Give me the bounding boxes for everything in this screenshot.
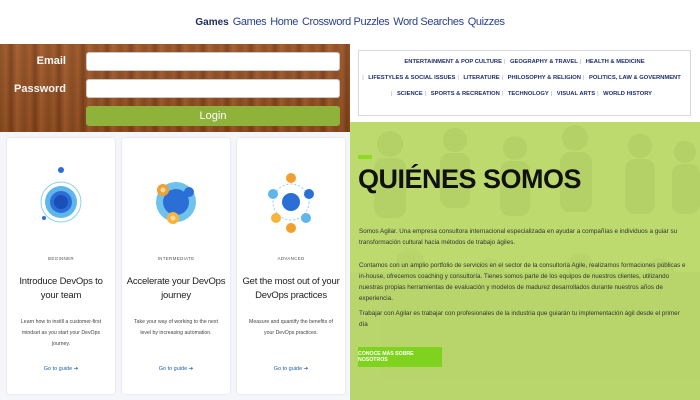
card-level: ADVANCED: [277, 256, 305, 261]
go-to-guide-label: Go to guide: [158, 366, 188, 372]
category-philosophy[interactable]: PHILOSOPHY & RELIGION: [502, 72, 585, 84]
advanced-illustration-icon: [266, 162, 316, 242]
card-intermediate[interactable]: INTERMEDIATE Accelerate your DevOps jour…: [122, 138, 230, 394]
email-label: Email: [36, 55, 66, 67]
category-entertainment[interactable]: ENTERTAINMENT & POP CULTURE: [400, 56, 506, 68]
devops-cards: BEGINNER Introduce DevOps to your team L…: [0, 132, 350, 400]
about-heading: QUIÉNES SOMOS: [358, 164, 582, 194]
card-title: Accelerate your DevOps journey: [126, 276, 226, 301]
card-title: Introduce DevOps to your team: [19, 276, 103, 301]
about-paragraph-3: Trabajar con Agilar es trabajar con prof…: [359, 310, 680, 328]
nav-link-home[interactable]: Home: [270, 16, 298, 28]
category-technology[interactable]: TECHNOLOGY: [502, 88, 553, 100]
category-menu: ENTERTAINMENT & POP CULTURE GEOGRAPHY & …: [358, 50, 691, 116]
category-geography[interactable]: GEOGRAPHY & TRAVEL: [504, 56, 582, 68]
nav-link-games[interactable]: Games: [233, 16, 267, 28]
go-to-guide-label: Go to guide: [273, 366, 303, 372]
beginner-illustration-icon: [36, 162, 86, 242]
category-literature[interactable]: LITERATURE: [457, 72, 503, 84]
category-lifestyles[interactable]: LIFESTYLES & SOCIAL ISSUES: [362, 72, 459, 84]
password-label: Password: [14, 83, 66, 95]
arrow-right-icon: ➔: [73, 366, 79, 372]
category-sports[interactable]: SPORTS & RECREATION: [425, 88, 504, 100]
go-to-guide-link[interactable]: Go to guide ➔: [122, 366, 230, 372]
card-level: BEGINNER: [48, 256, 74, 261]
category-world-history[interactable]: WORLD HISTORY: [597, 88, 656, 100]
category-health[interactable]: HEALTH & MEDICINE: [580, 56, 649, 68]
page: Games Games Home Crossword Puzzles Word …: [0, 0, 700, 400]
category-visual-arts[interactable]: VISUAL ARTS: [551, 88, 599, 100]
nav-link-crossword[interactable]: Crossword Puzzles: [302, 16, 390, 28]
intermediate-illustration-icon: [151, 162, 201, 242]
nav-link-quizzes[interactable]: Quizzes: [468, 16, 505, 28]
about-paragraph-2: Contamos con un amplio portfolio de serv…: [359, 262, 686, 302]
card-level: INTERMEDIATE: [157, 256, 195, 261]
login-panel: Email Password Login: [0, 44, 350, 132]
go-to-guide-label: Go to guide: [43, 366, 73, 372]
email-field[interactable]: [86, 52, 340, 71]
card-description: Learn how to instill a customer-first mi…: [20, 319, 102, 347]
login-button[interactable]: Login: [86, 106, 340, 126]
about-paragraph-1: Somos Agilar. Una empresa consultora int…: [359, 228, 678, 246]
category-science[interactable]: SCIENCE: [391, 88, 427, 100]
top-nav: Games Games Home Crossword Puzzles Word …: [0, 0, 700, 44]
accent-bar: [358, 155, 372, 159]
password-field[interactable]: [86, 79, 340, 98]
arrow-right-icon: ➔: [188, 366, 194, 372]
learn-more-button[interactable]: CONOCE MÁS SOBRE NOSOTROS: [358, 347, 442, 367]
card-description: Take your way of working to the next lev…: [134, 319, 218, 336]
go-to-guide-link[interactable]: Go to guide ➔: [237, 366, 345, 372]
go-to-guide-link[interactable]: Go to guide ➔: [7, 366, 115, 372]
nav-link-word-searches[interactable]: Word Searches: [393, 16, 464, 28]
about-section: QUIÉNES SOMOS Somos Agilar. Una empresa …: [350, 122, 700, 400]
arrow-right-icon: ➔: [303, 366, 309, 372]
card-advanced[interactable]: ADVANCED Get the most out of your DevOps…: [237, 138, 345, 394]
card-title: Get the most out of your DevOps practice…: [242, 276, 340, 301]
card-description: Measure and quantify the benefits of you…: [249, 319, 333, 336]
category-politics[interactable]: POLITICS, LAW & GOVERNMENT: [583, 72, 685, 84]
brand-logo[interactable]: Games: [195, 17, 228, 28]
card-beginner[interactable]: BEGINNER Introduce DevOps to your team L…: [7, 138, 115, 394]
